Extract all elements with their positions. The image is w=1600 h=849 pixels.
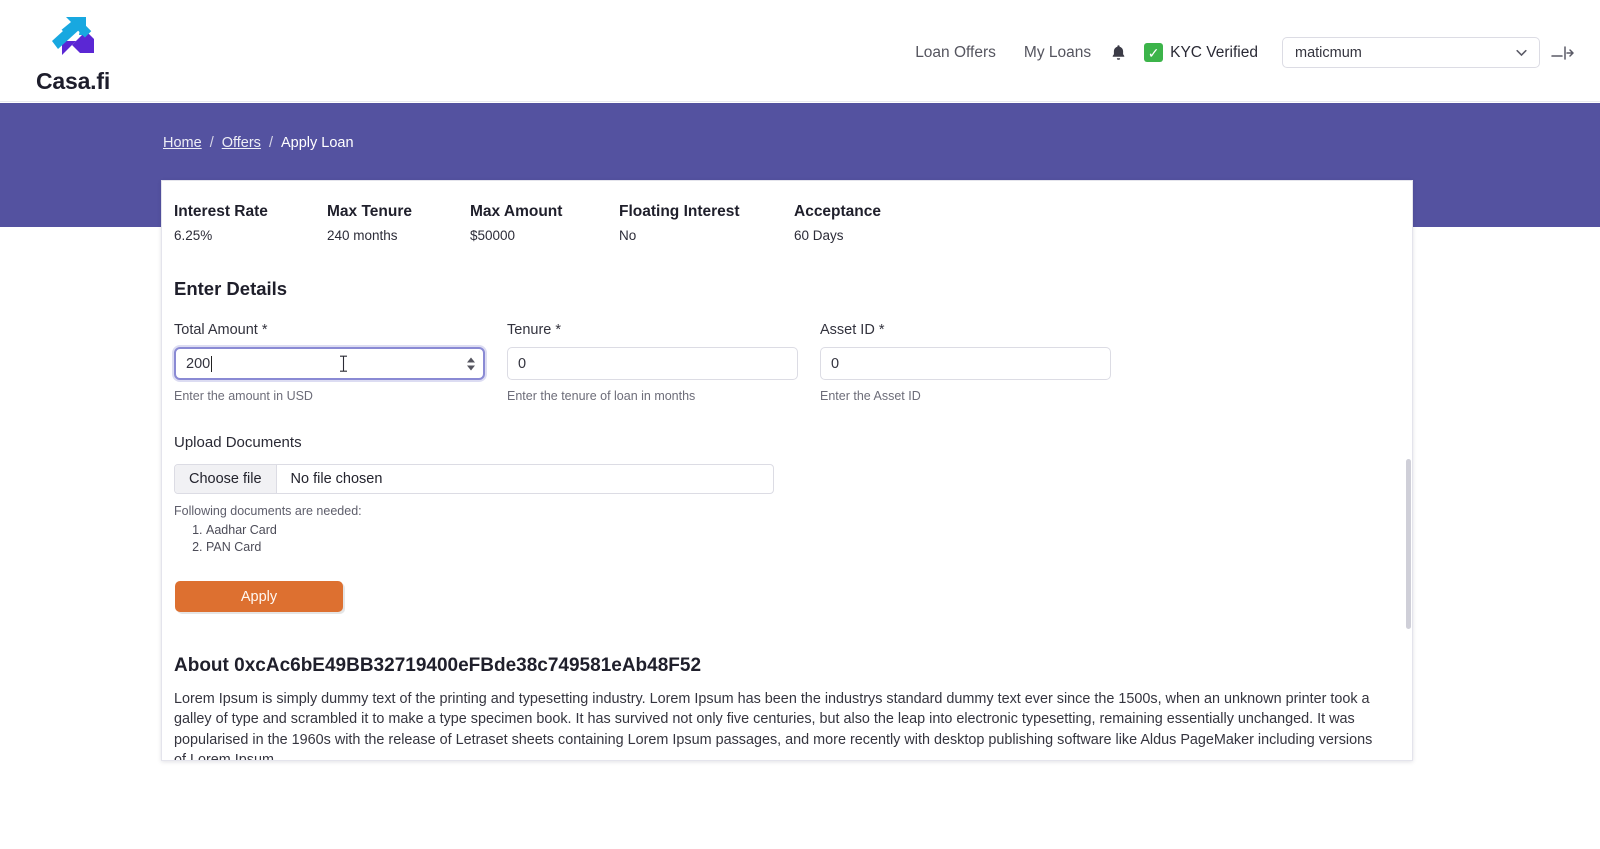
enter-details-heading: Enter Details [174,278,288,299]
total-amount-value: 200 [186,355,211,372]
asset-id-help: Enter the Asset ID [820,389,921,403]
loan-form-row: Total Amount * 200 Enter the amount in U… [174,322,1386,403]
summary-interest-rate: Interest Rate 6.25% [174,203,327,243]
logout-button[interactable] [1550,45,1576,61]
spinner-up-icon[interactable] [467,357,475,362]
logout-icon [1551,45,1574,60]
breadcrumb-item-home[interactable]: Home [163,135,202,151]
summary-value: 60 Days [794,228,844,243]
chevron-down-icon [1516,49,1527,57]
list-item: Aadhar Card [206,523,1386,537]
about-heading: About 0xcAc6bE49BB32719400eFBde38c749581… [174,655,702,676]
summary-acceptance: Acceptance 60 Days [794,203,881,243]
kyc-verified-label: KYC Verified [1170,43,1258,61]
casafi-arrow-logo-icon [52,16,94,55]
text-cursor-icon [340,355,347,372]
loan-summary-row: Interest Rate 6.25% Max Tenure 240 month… [174,203,1386,243]
breadcrumb-item-current: Apply Loan [280,135,354,151]
header-nav: Loan Offers My Loans ✓ KYC Verified mati… [901,3,1600,102]
brand-logo[interactable]: Casa.fi [36,15,186,95]
summary-value: 240 months [327,228,398,243]
asset-id-label: Asset ID * [820,322,885,338]
network-select-value: maticmum [1295,44,1362,61]
summary-value: $50000 [470,228,516,243]
summary-value: No [619,228,637,243]
tenure-label: Tenure * [507,322,562,338]
tenure-input[interactable]: 0 [507,347,798,380]
summary-value: 6.25% [174,228,213,243]
kyc-verified-badge: ✓ KYC Verified [1136,43,1266,62]
nav-item-my-loans[interactable]: My Loans [1010,44,1105,62]
top-navigation-bar: Casa.fi Loan Offers My Loans ✓ KYC Verif… [0,3,1600,102]
summary-label: Floating Interest [619,203,740,220]
field-total-amount: Total Amount * 200 Enter the amount in U… [174,322,485,403]
breadcrumb-item-offers[interactable]: Offers [222,135,261,151]
brand-name: Casa.fi [36,68,111,94]
total-amount-label: Total Amount * [174,322,268,338]
apply-loan-card: Interest Rate 6.25% Max Tenure 240 month… [161,180,1413,761]
apply-button[interactable]: Apply [175,581,343,612]
bell-icon [1112,45,1125,60]
file-upload-control[interactable]: Choose file No file chosen [174,464,774,494]
breadcrumb-separator: / [209,135,214,151]
choose-file-button[interactable]: Choose file [175,465,277,493]
number-spinner[interactable] [467,357,475,370]
card-scrollbar[interactable] [1405,181,1412,760]
summary-label: Max Tenure [327,203,412,220]
breadcrumb-separator: / [268,135,273,151]
field-tenure: Tenure * 0 Enter the tenure of loan in m… [507,322,798,403]
total-amount-help: Enter the amount in USD [174,389,313,403]
summary-max-amount: Max Amount $50000 [470,203,619,243]
list-item: PAN Card [206,540,1386,554]
chosen-file-status: No file chosen [290,471,383,487]
nav-item-loan-offers[interactable]: Loan Offers [901,44,1010,62]
spinner-down-icon[interactable] [467,365,475,370]
summary-label: Max Amount [470,203,563,220]
notification-bell-button[interactable] [1105,44,1136,61]
upload-documents-label: Upload Documents [174,434,302,451]
asset-id-input[interactable]: 0 [820,347,1111,380]
field-asset-id: Asset ID * 0 Enter the Asset ID [820,322,1111,403]
tenure-value: 0 [518,355,527,372]
green-check-icon: ✓ [1144,43,1164,62]
summary-label: Interest Rate [174,203,268,220]
documents-needed-list: Aadhar Card PAN Card [174,523,1386,554]
summary-floating-interest: Floating Interest No [619,203,794,243]
summary-label: Acceptance [794,203,882,220]
total-amount-input[interactable]: 200 [174,347,485,380]
network-select[interactable]: maticmum [1282,37,1540,68]
documents-needed-note: Following documents are needed: [174,504,362,518]
asset-id-value: 0 [831,355,840,372]
about-body-text: Lorem Ipsum is simply dummy text of the … [174,691,1373,761]
card-scrollbar-thumb[interactable] [1406,459,1411,629]
breadcrumb: Home / Offers / Apply Loan [163,135,354,151]
page-root: Casa.fi Loan Offers My Loans ✓ KYC Verif… [0,0,1600,849]
tenure-help: Enter the tenure of loan in months [507,389,696,403]
text-caret [211,355,213,372]
summary-max-tenure: Max Tenure 240 months [327,203,470,243]
